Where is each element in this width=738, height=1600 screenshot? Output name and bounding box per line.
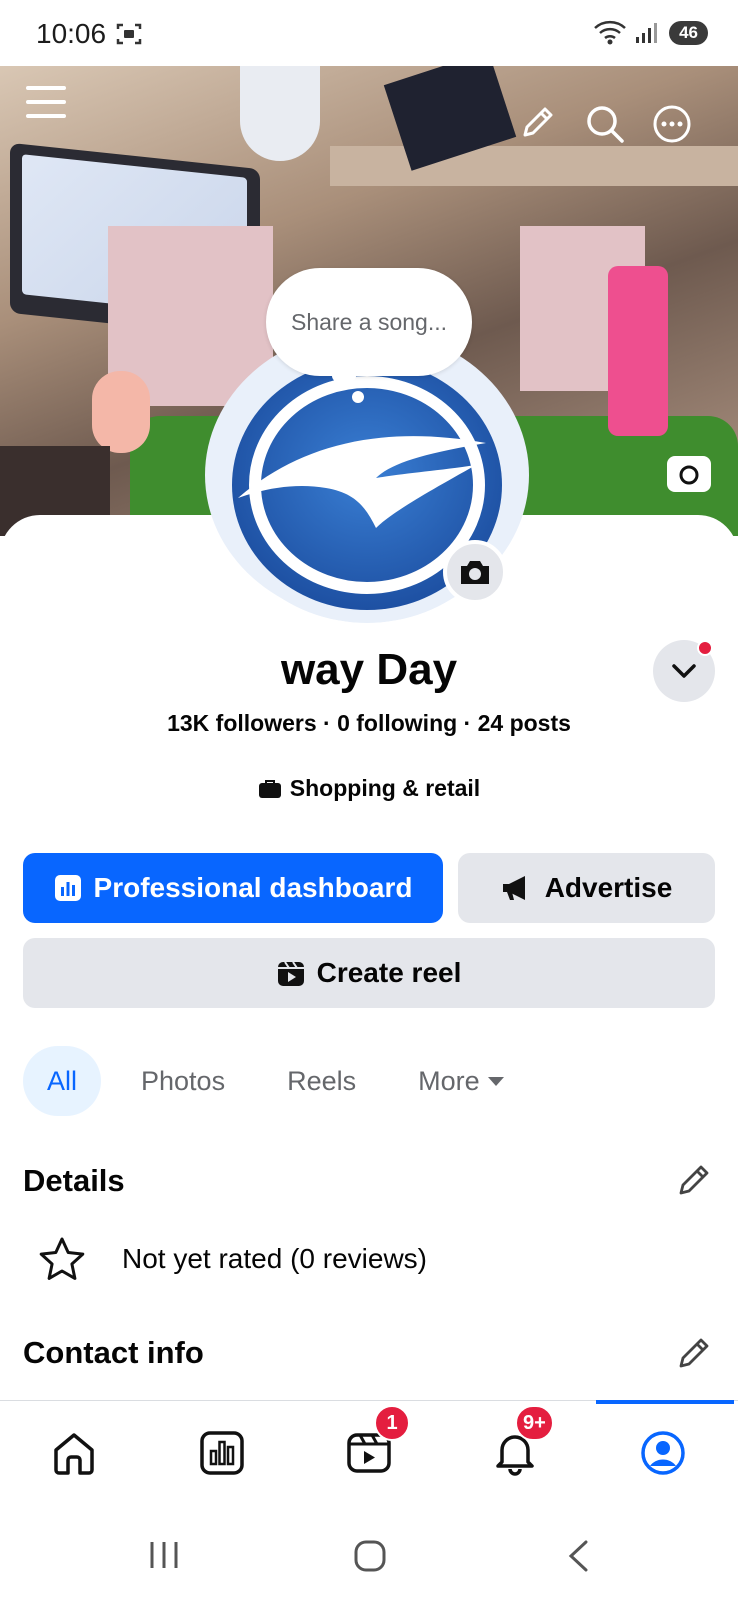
screenshot-icon (116, 23, 142, 45)
cover-lamp (240, 66, 320, 161)
create-reel-label: Create reel (316, 957, 462, 988)
tab-more[interactable]: More (396, 1046, 528, 1116)
reel-icon (277, 961, 304, 986)
chevron-down-icon (672, 664, 696, 678)
nav-home[interactable] (49, 1428, 99, 1478)
status-time: 10:06 (36, 18, 107, 49)
home-button-icon[interactable] (354, 1540, 386, 1572)
cover-bottle (608, 266, 668, 436)
camera-icon (461, 561, 489, 584)
profile-icon (641, 1431, 685, 1475)
page-category: Shopping & retail (0, 775, 738, 802)
contact-info-heading: Contact info (23, 1335, 204, 1370)
page-title: way Day (280, 645, 458, 694)
back-icon[interactable] (566, 1540, 590, 1572)
rating-row[interactable]: Not yet rated (0 reviews) (38, 1236, 427, 1282)
edit-contact-pencil-icon[interactable] (676, 1335, 712, 1371)
dashboard-label: Professional dashboard (93, 872, 413, 903)
notification-dot (697, 640, 713, 656)
notifications-badge: 9+ (515, 1405, 554, 1441)
edit-avatar-camera-button[interactable] (443, 540, 507, 604)
tab-more-label: More (418, 1065, 480, 1096)
profile-stats[interactable]: 13K followers · 0 following · 24 posts (0, 710, 738, 737)
cover-doll (92, 371, 150, 453)
star-icon (39, 1237, 85, 1280)
tab-all[interactable]: All (23, 1046, 102, 1116)
search-icon[interactable] (585, 104, 625, 144)
bubble-tail (332, 368, 356, 384)
more-options-icon[interactable] (652, 104, 692, 144)
create-reel-button[interactable]: Create reel (23, 938, 715, 1008)
cover-shelf (330, 146, 738, 186)
reels-badge: 1 (374, 1405, 410, 1441)
status-bar: 10:06 46 (0, 0, 738, 66)
recent-apps-icon[interactable] (147, 1540, 181, 1570)
menu-icon[interactable] (26, 84, 66, 120)
shopping-bag-icon (258, 779, 281, 798)
tab-photos[interactable]: Photos (119, 1046, 247, 1116)
wifi-icon (594, 20, 626, 45)
advertise-button[interactable]: Advertise (458, 853, 715, 923)
professional-dashboard-button[interactable]: Professional dashboard (23, 853, 443, 923)
camera-icon (679, 465, 699, 485)
status-icons: 46 (593, 20, 708, 46)
details-heading: Details (23, 1163, 125, 1198)
battery-indicator: 46 (669, 21, 708, 45)
dashboard-icon (54, 875, 81, 901)
active-tab-indicator (596, 1400, 734, 1404)
advertise-label: Advertise (544, 872, 673, 903)
insights-icon (200, 1431, 244, 1475)
share-song-bubble[interactable]: Share a song... (266, 268, 472, 376)
home-icon (54, 1433, 94, 1475)
edit-details-pencil-icon[interactable] (676, 1162, 712, 1198)
content-filter-tabs: All Photos Reels More (23, 1046, 546, 1116)
megaphone-icon (502, 876, 525, 900)
nav-dashboard[interactable] (197, 1428, 247, 1478)
tab-reels[interactable]: Reels (265, 1046, 378, 1116)
nav-profile[interactable] (638, 1428, 688, 1478)
signal-icon (636, 23, 658, 43)
bubble-tail (352, 391, 364, 403)
caret-down-icon (487, 1077, 504, 1086)
edit-icon[interactable] (519, 105, 555, 141)
category-label: Shopping & retail (289, 775, 481, 801)
rating-text: Not yet rated (0 reviews) (122, 1243, 427, 1274)
edit-cover-camera-button[interactable] (667, 456, 711, 492)
